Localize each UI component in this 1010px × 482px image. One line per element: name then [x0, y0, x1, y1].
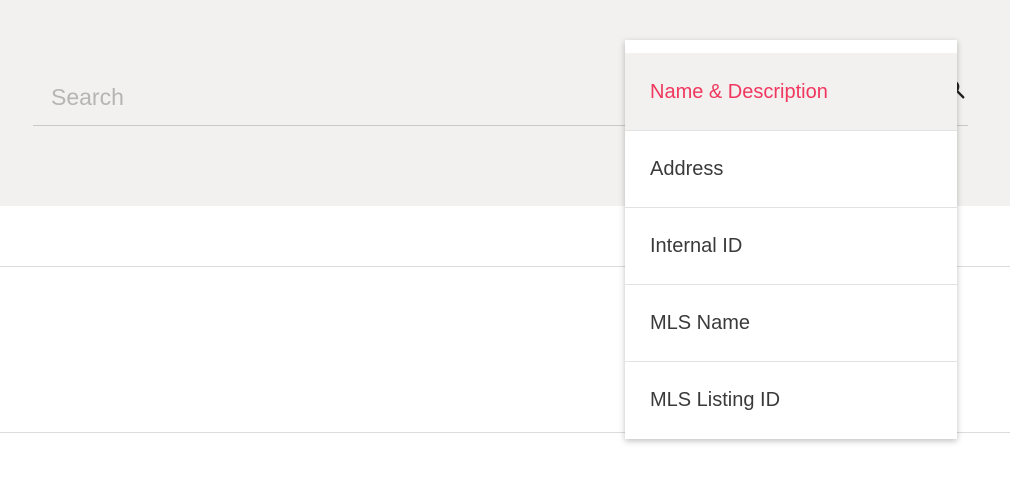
dropdown-option-mls-name[interactable]: MLS Name — [625, 285, 957, 362]
dropdown-option-name-description[interactable]: Name & Description — [625, 53, 957, 131]
dropdown-option-internal-id[interactable]: Internal ID — [625, 208, 957, 285]
search-field-dropdown: Name & Description Address Internal ID M… — [625, 40, 957, 439]
dropdown-option-mls-listing-id[interactable]: MLS Listing ID — [625, 362, 957, 439]
dropdown-option-address[interactable]: Address — [625, 131, 957, 208]
